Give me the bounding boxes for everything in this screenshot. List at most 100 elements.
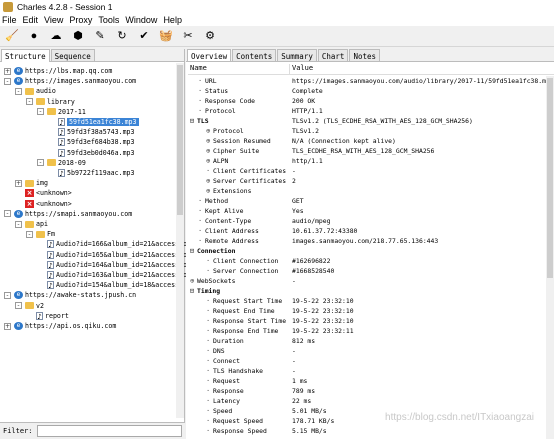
broom-icon[interactable]: 🧹 bbox=[4, 29, 20, 45]
menu-window[interactable]: Window bbox=[125, 15, 157, 25]
overview-row[interactable]: · Kept Alive Yes bbox=[186, 206, 546, 216]
overview-row[interactable]: · Response End Time 19-5-22 23:32:11 bbox=[186, 326, 546, 336]
basket-icon[interactable]: 🧺 bbox=[158, 29, 174, 45]
overview-row[interactable]: · Server Connection #1668528540 bbox=[186, 266, 546, 276]
tree-item[interactable]: × <unknown> bbox=[15, 199, 72, 209]
overview-row[interactable]: ⊕ Server Certificates 2 bbox=[186, 176, 546, 186]
expand-icon[interactable]: + bbox=[4, 322, 11, 330]
collapse-icon[interactable]: - bbox=[37, 159, 44, 167]
expand-icon[interactable]: ⊕ bbox=[206, 127, 213, 135]
tree-item[interactable]: ♪ 5b9722f119aac.mp3 bbox=[48, 168, 135, 178]
overview-row[interactable]: · Client Connection #162696822 bbox=[186, 256, 546, 266]
tree-item[interactable]: × <unknown> bbox=[15, 188, 72, 198]
overview-row[interactable]: ⊕ Extensions bbox=[186, 186, 546, 196]
tree-folder[interactable]: - library bbox=[26, 97, 75, 107]
overview-row[interactable]: · Client Address 10.61.37.72:43380 bbox=[186, 226, 546, 236]
throttle-icon[interactable]: ☁ bbox=[48, 29, 64, 45]
collapse-icon[interactable]: ⊟ bbox=[190, 287, 197, 295]
overview-row[interactable]: · TLS Handshake - bbox=[186, 366, 546, 376]
tree-item[interactable]: ♪ Audio?id=164&album_id=21&accessTo bbox=[37, 260, 187, 270]
tree-host[interactable]: - e https://awake-stats.jpush.cn bbox=[4, 290, 136, 300]
collapse-icon[interactable]: - bbox=[4, 210, 11, 218]
tree-item[interactable]: ♪ 59fd3eb0d046a.mp3 bbox=[48, 148, 135, 158]
overview-row[interactable]: · Response Code 200 OK bbox=[186, 96, 546, 106]
tree-item[interactable]: ♪ Audio?id=163&album_id=21&accessTo bbox=[37, 270, 187, 280]
tree-item[interactable]: ♪ Audio?id=166&album_id=21&accessTo bbox=[37, 239, 187, 249]
overview-row[interactable]: ⊕ Session Resumed N/A (Connection kept ali… bbox=[186, 136, 546, 146]
settings-icon[interactable]: ⚙ bbox=[202, 29, 218, 45]
tree-item[interactable]: ♪ 59fd51ea1fc38.mp3 bbox=[48, 117, 139, 127]
expand-icon[interactable]: ⊕ bbox=[206, 157, 213, 165]
edit-icon[interactable]: ✎ bbox=[92, 29, 108, 45]
collapse-icon[interactable]: - bbox=[26, 230, 33, 238]
tab-chart[interactable]: Chart bbox=[317, 49, 349, 61]
expand-icon[interactable]: + bbox=[4, 67, 11, 75]
expand-icon[interactable]: ⊕ bbox=[206, 147, 213, 155]
expand-icon[interactable]: ⊕ bbox=[206, 187, 213, 195]
name-column-header[interactable]: Name bbox=[188, 64, 290, 74]
overview-row[interactable]: · Client Certificates - bbox=[186, 166, 546, 176]
overview-row[interactable]: · Remote Address images.sanmaoyou.com/218.… bbox=[186, 236, 546, 246]
overview-row[interactable]: · Response Start Time 19-5-22 23:32:10 bbox=[186, 316, 546, 326]
tree-item[interactable]: ♪ Audio?id=165&album_id=21&accessTo bbox=[37, 250, 187, 260]
menu-file[interactable]: File bbox=[2, 15, 17, 25]
tree-host[interactable]: - e https://images.sanmaoyou.com bbox=[4, 76, 136, 86]
overview-row[interactable]: · Protocol HTTP/1.1 bbox=[186, 106, 546, 116]
overview-row[interactable]: · Response Speed 5.15 MB/s bbox=[186, 426, 546, 436]
collapse-icon[interactable]: - bbox=[37, 108, 44, 116]
tree-folder[interactable]: - Fm bbox=[26, 229, 55, 239]
menu-help[interactable]: Help bbox=[163, 15, 182, 25]
overview-row[interactable]: · Request Start Time 19-5-22 23:32:10 bbox=[186, 296, 546, 306]
tab-structure[interactable]: Structure bbox=[1, 49, 50, 62]
overview-row[interactable]: · Latency 22 ms bbox=[186, 396, 546, 406]
collapse-icon[interactable]: - bbox=[15, 220, 22, 228]
expand-icon[interactable]: ⊕ bbox=[190, 277, 197, 285]
overview-row[interactable]: · Response 789 ms bbox=[186, 386, 546, 396]
expand-icon[interactable]: ⊕ bbox=[206, 177, 213, 185]
overview-row[interactable]: · Connect - bbox=[186, 356, 546, 366]
overview-row[interactable]: ⊟ Connection bbox=[186, 246, 546, 256]
collapse-icon[interactable]: ⊟ bbox=[190, 117, 197, 125]
filter-input[interactable] bbox=[36, 425, 182, 437]
tree-host[interactable]: + e https://lbs.map.qq.com bbox=[4, 66, 112, 76]
overview-row[interactable]: · Duration 812 ms bbox=[186, 336, 546, 346]
tree-host[interactable]: - e https://smapi.sanmaoyou.com bbox=[4, 209, 132, 219]
overview-scroll-thumb[interactable] bbox=[547, 78, 553, 278]
overview-row[interactable]: ⊕ Cipher Suite TLS_ECDHE_RSA_WITH_AES_128_… bbox=[186, 146, 546, 156]
overview-row[interactable]: ⊟ TLS TLSv1.2 (TLS_ECDHE_RSA_WITH_AES_128_… bbox=[186, 116, 546, 126]
overview-row[interactable]: · Request 1 ms bbox=[186, 376, 546, 386]
tree-folder[interactable]: + img bbox=[15, 178, 48, 188]
tree-item[interactable]: ♪ 59fd3ef684b38.mp3 bbox=[48, 137, 135, 147]
record-icon[interactable]: ● bbox=[26, 29, 42, 45]
menu-proxy[interactable]: Proxy bbox=[69, 15, 92, 25]
overview-row[interactable]: · URL https://images.sanmaoyou.com/audio/l… bbox=[186, 76, 546, 86]
tree-scroll-thumb[interactable] bbox=[177, 65, 183, 215]
tree-item[interactable]: ♪ 59fd3f38a5743.mp3 bbox=[48, 127, 135, 137]
expand-icon[interactable]: ⊕ bbox=[206, 137, 213, 145]
overview-row[interactable]: ⊟ Timing bbox=[186, 286, 546, 296]
tree-folder[interactable]: - 2018-09 bbox=[37, 158, 86, 168]
tab-summary[interactable]: Summary bbox=[277, 49, 317, 61]
tab-overview[interactable]: Overview bbox=[187, 49, 232, 61]
collapse-icon[interactable]: - bbox=[4, 291, 11, 299]
expand-icon[interactable]: + bbox=[15, 179, 22, 187]
tree-folder[interactable]: - 2017-11 bbox=[37, 107, 86, 117]
tree-item[interactable]: ♪ Audio?id=154&album_id=18&access bbox=[37, 280, 179, 290]
overview-scrollbar[interactable] bbox=[546, 76, 554, 439]
tree-folder[interactable]: - api bbox=[15, 219, 48, 229]
repeat-icon[interactable]: ↻ bbox=[114, 29, 130, 45]
collapse-icon[interactable]: - bbox=[15, 87, 22, 95]
overview-row[interactable]: · Method GET bbox=[186, 196, 546, 206]
tab-contents[interactable]: Contents bbox=[232, 49, 277, 61]
tree-folder[interactable]: - v2 bbox=[15, 301, 44, 311]
collapse-icon[interactable]: - bbox=[4, 77, 11, 85]
tree-item[interactable]: ♪ report bbox=[26, 311, 69, 321]
overview-row[interactable]: · Content-Type audio/mpeg bbox=[186, 216, 546, 226]
overview-row[interactable]: ⊕ ALPN http/1.1 bbox=[186, 156, 546, 166]
overview-row[interactable]: ⊕ Protocol TLSv1.2 bbox=[186, 126, 546, 136]
tools-icon[interactable]: ✂ bbox=[180, 29, 196, 45]
menu-edit[interactable]: Edit bbox=[23, 15, 39, 25]
value-column-header[interactable]: Value bbox=[290, 64, 313, 74]
collapse-icon[interactable]: - bbox=[26, 98, 33, 106]
menu-tools[interactable]: Tools bbox=[98, 15, 119, 25]
